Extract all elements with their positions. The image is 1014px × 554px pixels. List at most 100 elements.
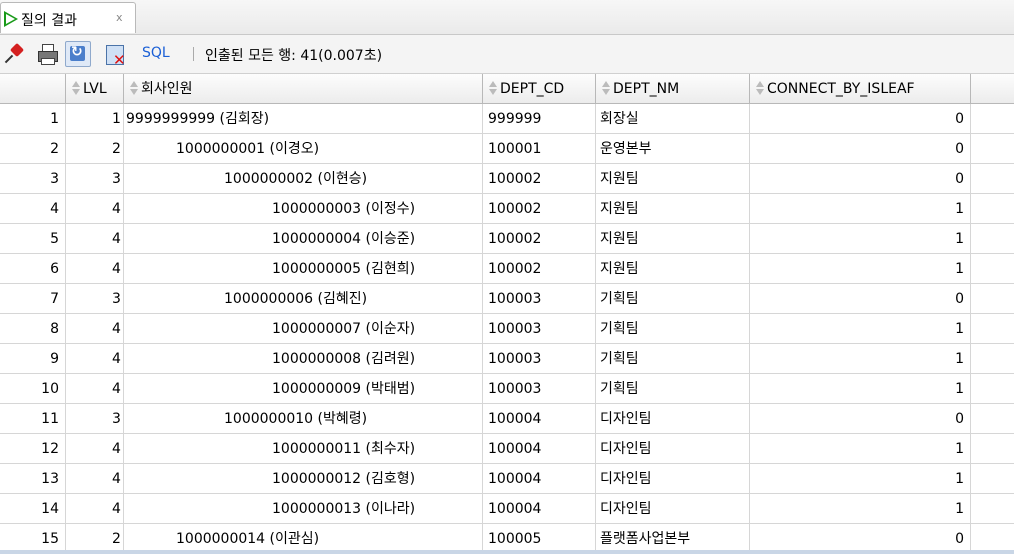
cell-dept-cd[interactable]: 100003 bbox=[483, 374, 596, 404]
cell-employee[interactable]: 1000000011 (최수자) bbox=[124, 434, 483, 464]
table-row[interactable]: 3 3 1000000002 (이현승) 100002 지원팀 0 bbox=[0, 164, 1014, 194]
row-number[interactable]: 1 bbox=[0, 104, 66, 134]
row-number[interactable]: 14 bbox=[0, 494, 66, 524]
column-header-dept-cd[interactable]: DEPT_CD bbox=[483, 74, 596, 104]
cell-dept-nm[interactable]: 지원팀 bbox=[596, 254, 750, 284]
cell-dept-nm[interactable]: 디자인팀 bbox=[596, 404, 750, 434]
cell-dept-cd[interactable]: 100003 bbox=[483, 344, 596, 374]
cell-employee[interactable]: 1000000013 (이나라) bbox=[124, 494, 483, 524]
cell-lvl[interactable]: 4 bbox=[66, 314, 124, 344]
cell-dept-nm[interactable]: 기획팀 bbox=[596, 344, 750, 374]
cell-dept-cd[interactable]: 100002 bbox=[483, 254, 596, 284]
tab-query-result[interactable]: 질의 결과 x bbox=[0, 2, 136, 33]
cell-dept-nm[interactable]: 운영본부 bbox=[596, 134, 750, 164]
cell-employee[interactable]: 9999999999 (김회장) bbox=[124, 104, 483, 134]
cell-employee[interactable]: 1000000005 (김현희) bbox=[124, 254, 483, 284]
table-row[interactable]: 6 4 1000000005 (김현희) 100002 지원팀 1 bbox=[0, 254, 1014, 284]
table-row[interactable]: 7 3 1000000006 (김혜진) 100003 기획팀 0 bbox=[0, 284, 1014, 314]
cell-employee[interactable]: 1000000012 (김호형) bbox=[124, 464, 483, 494]
cell-dept-nm[interactable]: 디자인팀 bbox=[596, 494, 750, 524]
cell-connect-by-isleaf[interactable]: 1 bbox=[750, 434, 971, 464]
cell-connect-by-isleaf[interactable]: 1 bbox=[750, 464, 971, 494]
table-row[interactable]: 1 1 9999999999 (김회장) 999999 회장실 0 bbox=[0, 104, 1014, 134]
cell-connect-by-isleaf[interactable]: 1 bbox=[750, 194, 971, 224]
cell-connect-by-isleaf[interactable]: 1 bbox=[750, 344, 971, 374]
row-number[interactable]: 8 bbox=[0, 314, 66, 344]
column-header-employee[interactable]: 회사인원 bbox=[124, 74, 483, 104]
cell-lvl[interactable]: 1 bbox=[66, 104, 124, 134]
table-row[interactable]: 12 4 1000000011 (최수자) 100004 디자인팀 1 bbox=[0, 434, 1014, 464]
cell-lvl[interactable]: 4 bbox=[66, 464, 124, 494]
cell-dept-nm[interactable]: 지원팀 bbox=[596, 164, 750, 194]
cell-employee[interactable]: 1000000001 (이경오) bbox=[124, 134, 483, 164]
refresh-icon[interactable] bbox=[65, 41, 91, 67]
cell-lvl[interactable]: 4 bbox=[66, 374, 124, 404]
sort-icon[interactable] bbox=[486, 79, 498, 97]
cell-lvl[interactable]: 3 bbox=[66, 284, 124, 314]
row-number[interactable]: 10 bbox=[0, 374, 66, 404]
table-row[interactable]: 5 4 1000000004 (이승준) 100002 지원팀 1 bbox=[0, 224, 1014, 254]
column-header-dept-nm[interactable]: DEPT_NM bbox=[596, 74, 750, 104]
cell-dept-cd[interactable]: 100003 bbox=[483, 314, 596, 344]
row-number[interactable]: 11 bbox=[0, 404, 66, 434]
cell-employee[interactable]: 1000000009 (박태범) bbox=[124, 374, 483, 404]
cell-lvl[interactable]: 4 bbox=[66, 344, 124, 374]
table-row[interactable]: 8 4 1000000007 (이순자) 100003 기획팀 1 bbox=[0, 314, 1014, 344]
table-row[interactable]: 10 4 1000000009 (박태범) 100003 기획팀 1 bbox=[0, 374, 1014, 404]
cell-dept-cd[interactable]: 100004 bbox=[483, 464, 596, 494]
column-header-connect-by-isleaf[interactable]: CONNECT_BY_ISLEAF bbox=[750, 74, 971, 104]
cell-lvl[interactable]: 3 bbox=[66, 164, 124, 194]
cell-dept-cd[interactable]: 100002 bbox=[483, 224, 596, 254]
cell-connect-by-isleaf[interactable]: 1 bbox=[750, 374, 971, 404]
cell-dept-nm[interactable]: 기획팀 bbox=[596, 284, 750, 314]
cancel-fetch-icon[interactable]: ✕ bbox=[106, 44, 126, 69]
row-number[interactable]: 2 bbox=[0, 134, 66, 164]
table-row[interactable]: 13 4 1000000012 (김호형) 100004 디자인팀 1 bbox=[0, 464, 1014, 494]
print-icon[interactable] bbox=[38, 44, 58, 65]
cell-dept-nm[interactable]: 기획팀 bbox=[596, 314, 750, 344]
cell-connect-by-isleaf[interactable]: 0 bbox=[750, 104, 971, 134]
row-number[interactable]: 6 bbox=[0, 254, 66, 284]
cell-lvl[interactable]: 2 bbox=[66, 134, 124, 164]
cell-connect-by-isleaf[interactable]: 1 bbox=[750, 224, 971, 254]
cell-dept-cd[interactable]: 100004 bbox=[483, 494, 596, 524]
table-row[interactable]: 4 4 1000000003 (이정수) 100002 지원팀 1 bbox=[0, 194, 1014, 224]
cell-dept-nm[interactable]: 디자인팀 bbox=[596, 434, 750, 464]
sort-icon[interactable] bbox=[753, 79, 765, 97]
cell-employee[interactable]: 1000000003 (이정수) bbox=[124, 194, 483, 224]
cell-employee[interactable]: 1000000010 (박혜령) bbox=[124, 404, 483, 434]
cell-connect-by-isleaf[interactable]: 1 bbox=[750, 494, 971, 524]
table-row[interactable]: 11 3 1000000010 (박혜령) 100004 디자인팀 0 bbox=[0, 404, 1014, 434]
cell-lvl[interactable]: 4 bbox=[66, 434, 124, 464]
sort-icon[interactable] bbox=[599, 79, 611, 97]
cell-dept-nm[interactable]: 지원팀 bbox=[596, 194, 750, 224]
cell-connect-by-isleaf[interactable]: 1 bbox=[750, 314, 971, 344]
cell-dept-nm[interactable]: 디자인팀 bbox=[596, 464, 750, 494]
cell-lvl[interactable]: 3 bbox=[66, 404, 124, 434]
row-number[interactable]: 13 bbox=[0, 464, 66, 494]
column-header-lvl[interactable]: LVL bbox=[66, 74, 124, 104]
cell-dept-nm[interactable]: 지원팀 bbox=[596, 224, 750, 254]
sort-icon[interactable] bbox=[127, 79, 139, 97]
row-number[interactable]: 5 bbox=[0, 224, 66, 254]
cell-dept-cd[interactable]: 100004 bbox=[483, 434, 596, 464]
row-number[interactable]: 12 bbox=[0, 434, 66, 464]
row-number[interactable]: 3 bbox=[0, 164, 66, 194]
cell-connect-by-isleaf[interactable]: 0 bbox=[750, 164, 971, 194]
cell-employee[interactable]: 1000000002 (이현승) bbox=[124, 164, 483, 194]
cell-lvl[interactable]: 4 bbox=[66, 194, 124, 224]
sql-link[interactable]: SQL bbox=[142, 45, 170, 61]
cell-dept-cd[interactable]: 100003 bbox=[483, 284, 596, 314]
cell-dept-cd[interactable]: 100002 bbox=[483, 164, 596, 194]
tab-close-icon[interactable]: x bbox=[116, 11, 123, 24]
cell-connect-by-isleaf[interactable]: 0 bbox=[750, 134, 971, 164]
row-number[interactable]: 4 bbox=[0, 194, 66, 224]
table-row[interactable]: 2 2 1000000001 (이경오) 100001 운영본부 0 bbox=[0, 134, 1014, 164]
cell-employee[interactable]: 1000000004 (이승준) bbox=[124, 224, 483, 254]
cell-lvl[interactable]: 4 bbox=[66, 494, 124, 524]
cell-lvl[interactable]: 4 bbox=[66, 254, 124, 284]
cell-dept-cd[interactable]: 100002 bbox=[483, 194, 596, 224]
cell-dept-cd[interactable]: 999999 bbox=[483, 104, 596, 134]
cell-connect-by-isleaf[interactable]: 1 bbox=[750, 254, 971, 284]
cell-employee[interactable]: 1000000006 (김혜진) bbox=[124, 284, 483, 314]
